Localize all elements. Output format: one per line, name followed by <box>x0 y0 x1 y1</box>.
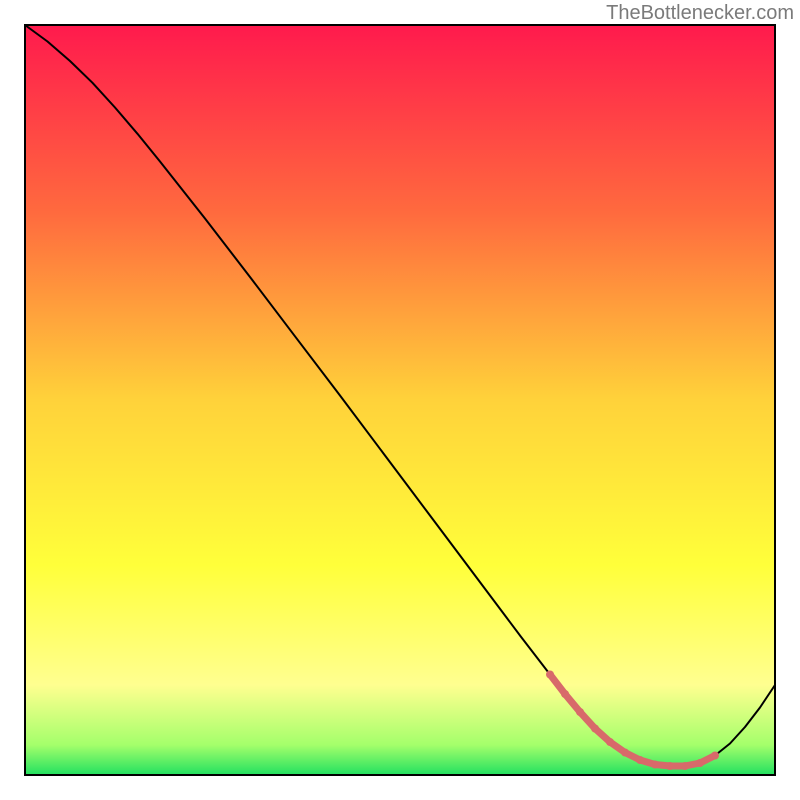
watermark-text: TheBottlenecker.com <box>606 2 794 25</box>
optimal-zone-point <box>621 749 629 757</box>
optimal-zone-point <box>546 671 554 679</box>
optimal-zone-point <box>606 738 614 746</box>
optimal-zone-point <box>591 725 599 733</box>
gradient-background <box>25 25 775 775</box>
chart-svg <box>0 0 800 800</box>
optimal-zone-point <box>681 762 689 770</box>
optimal-zone-point <box>636 756 644 764</box>
optimal-zone-point <box>666 762 674 770</box>
optimal-zone-point <box>561 690 569 698</box>
optimal-zone-point <box>711 752 719 760</box>
optimal-zone-point <box>576 708 584 716</box>
optimal-zone-point <box>651 761 659 769</box>
optimal-zone-point <box>696 759 704 767</box>
chart-container: TheBottlenecker.com <box>0 0 800 800</box>
